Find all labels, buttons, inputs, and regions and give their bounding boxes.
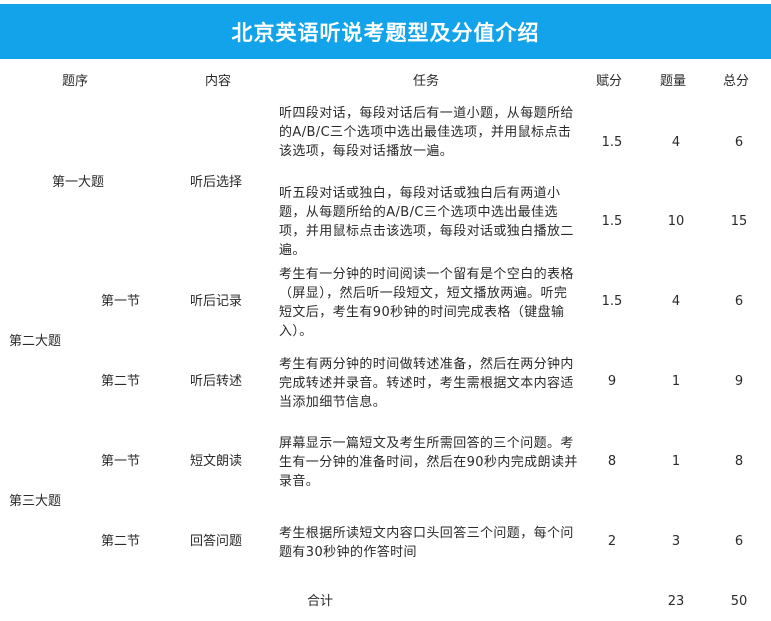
count-row-5: 1 xyxy=(671,454,681,469)
score-each-row-3: 1.5 xyxy=(601,294,623,309)
content-listen-choose: 听后选择 xyxy=(190,175,243,190)
section-three-part2-label: 第二节 xyxy=(101,534,141,549)
score-each-row-4: 9 xyxy=(607,374,617,389)
header-total: 总分 xyxy=(723,74,750,89)
count-row-6: 3 xyxy=(671,534,681,549)
content-read-aloud: 短文朗读 xyxy=(190,454,243,469)
header-task: 任务 xyxy=(413,74,440,89)
task-row-5: 屏幕显示一篇短文及考生所需回答的三个问题。考生有一分钟的准备时间，然后在90秒内… xyxy=(279,436,578,489)
header-content: 内容 xyxy=(205,74,232,89)
content-listen-retell: 听后转述 xyxy=(190,374,243,389)
total-row-1: 6 xyxy=(734,135,744,150)
total-row-5: 8 xyxy=(734,454,744,469)
summary-label: 合计 xyxy=(307,594,334,609)
section-two-part2-label: 第二节 xyxy=(101,374,141,389)
count-row-3: 4 xyxy=(671,294,681,309)
content-listen-record: 听后记录 xyxy=(190,294,243,309)
summary-count: 23 xyxy=(667,594,685,609)
total-row-2: 15 xyxy=(730,214,748,229)
page-title: 北京英语听说考题型及分值介绍 xyxy=(0,4,771,59)
content-answer-questions: 回答问题 xyxy=(190,534,243,549)
section-three-part1-label: 第一节 xyxy=(101,454,141,469)
task-row-1: 听四段对话，每段对话后有一道小题，从每题所给的A/B/C三个选项中选出最佳选项，… xyxy=(279,106,574,159)
task-row-6: 考生根据所读短文内容口头回答三个问题，每个问题有30秒钟的作答时间 xyxy=(279,526,574,560)
score-each-row-5: 8 xyxy=(607,454,617,469)
header-count: 题量 xyxy=(660,74,687,89)
task-row-4: 考生有两分钟的时间做转述准备，然后在两分钟内完成转述并录音。转述时，考生需根据文… xyxy=(279,357,574,410)
total-row-4: 9 xyxy=(734,374,744,389)
total-row-3: 6 xyxy=(734,294,744,309)
header-score-each: 赋分 xyxy=(596,74,623,89)
summary-total: 50 xyxy=(730,594,748,609)
count-row-1: 4 xyxy=(671,135,681,150)
section-two-part1-label: 第一节 xyxy=(101,294,141,309)
section-two-label: 第二大题 xyxy=(9,334,62,349)
score-each-row-2: 1.5 xyxy=(601,214,623,229)
section-three-label: 第三大题 xyxy=(9,494,62,509)
count-row-2: 10 xyxy=(667,214,685,229)
score-each-row-1: 1.5 xyxy=(601,135,623,150)
task-row-2: 听五段对话或独白，每段对话或独白后有两道小题，从每题所给的A/B/C三个选项中选… xyxy=(279,186,574,258)
total-row-6: 6 xyxy=(734,534,744,549)
count-row-4: 1 xyxy=(671,374,681,389)
task-row-3: 考生有一分钟的时间阅读一个留有是个空白的表格（屏显），然后听一段短文，短文播放两… xyxy=(279,267,574,339)
score-each-row-6: 2 xyxy=(607,534,617,549)
header-order: 题序 xyxy=(62,74,89,89)
section-one-label: 第一大题 xyxy=(52,175,105,190)
